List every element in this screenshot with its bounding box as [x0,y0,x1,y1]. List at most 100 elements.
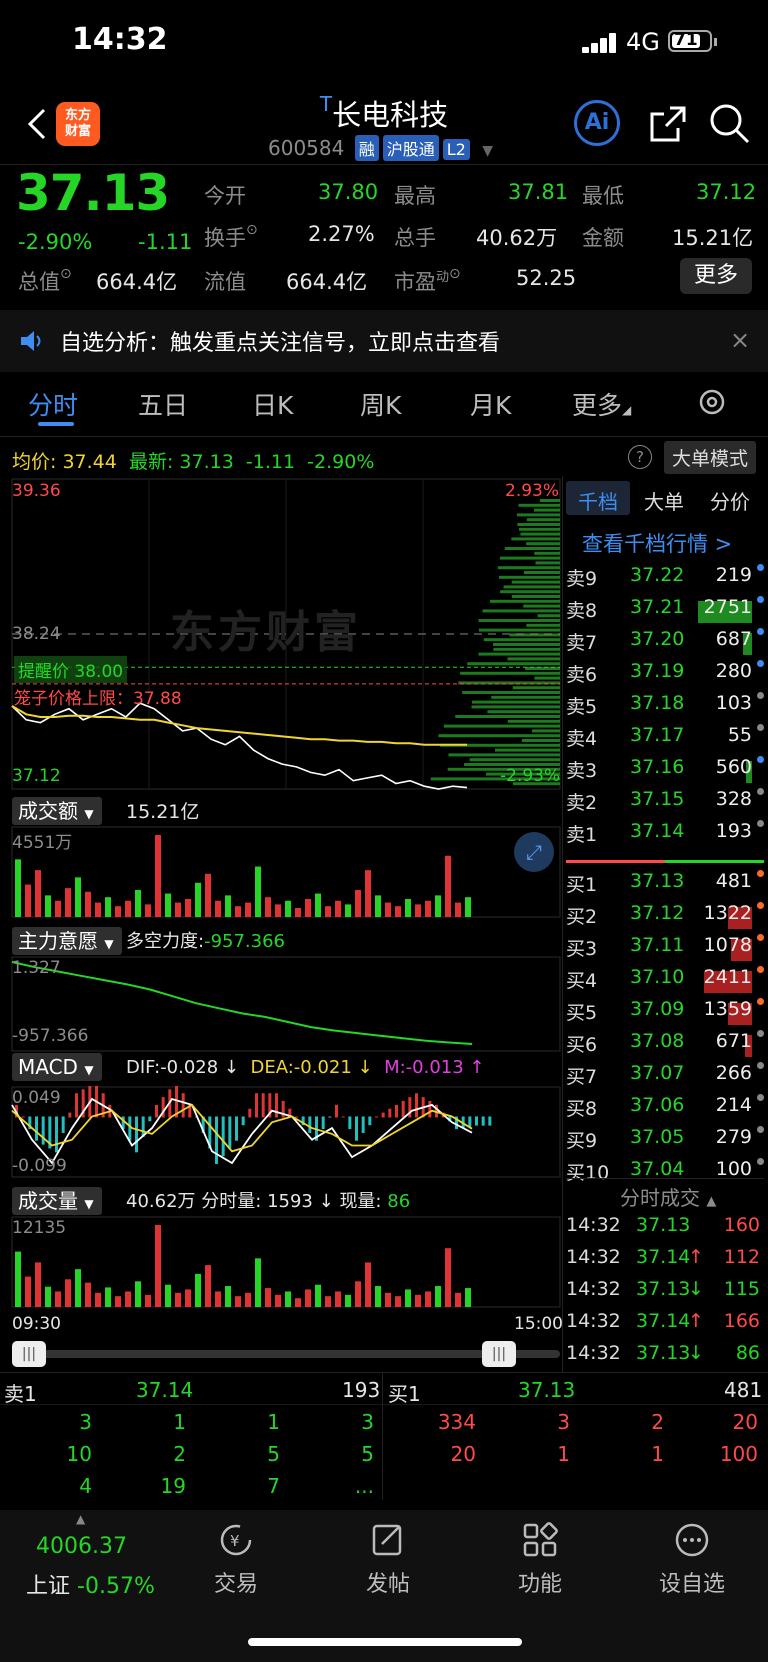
tab-intraday[interactable]: 分时 [28,386,78,422]
volume-bar [385,902,391,917]
volume-bar [35,870,41,917]
macd-bar [355,1116,358,1141]
big-order-mode-button[interactable]: 大单模式 [664,441,757,474]
volume-bar [75,877,81,917]
index-row[interactable]: 上证 -0.57% [26,1568,155,1600]
depth-bar [469,758,560,762]
macd-readout: DIF:-0.028 ↓ DEA:-0.021 ↓ M:-0.013 ↑ [126,1057,485,1078]
more-button[interactable]: 更多 [680,258,752,294]
tab-more[interactable]: 更多◢ [572,386,631,422]
queue-cell: 3 [79,1410,92,1434]
volume-bar [245,902,251,917]
tab-daily-k[interactable]: 日K [252,386,293,422]
macd-bar [428,1100,432,1118]
range-slider-right-handle[interactable]: ||| [482,1341,516,1367]
ask-row[interactable]: 卖8 37.21 2751 [566,596,764,628]
ask-row[interactable]: 卖3 37.16 560 [566,756,764,788]
info-icon: ⊙ [246,222,258,238]
order-dot-icon [757,660,764,667]
view-qiandang-link[interactable]: 查看千档行情 > [582,528,732,558]
add-watchlist-icon[interactable] [674,1522,710,1562]
depth-bar [489,599,560,603]
notice-text[interactable]: 自选分析：触发重点关注信号，立即点击查看 [60,325,500,357]
trades-title[interactable]: 分时成交 ▲ [620,1182,716,1211]
indicator-select-amount[interactable]: 成交额 ▼ [12,795,102,825]
tab-5day[interactable]: 五日 [138,386,188,422]
chevron-up-icon[interactable]: ▲ [76,1512,85,1526]
volume-bar [85,1282,91,1307]
level-price: 37.14 [630,820,685,842]
indicator-select-macd[interactable]: MACD ▼ [12,1053,102,1081]
pe-label: 市盈动⊙ [394,266,461,294]
alert-price-label[interactable]: 提醒价 38.00 [14,656,128,683]
ask-row[interactable]: 卖6 37.19 280 [566,660,764,692]
macd-bar [75,1093,78,1118]
time-end: 15:00 [514,1314,563,1334]
ask-row[interactable]: 卖7 37.20 687 [566,628,764,660]
bid-row[interactable]: 买8 37.06 214 [566,1094,764,1126]
close-icon[interactable]: × [730,326,750,354]
volume-bar [265,1288,271,1307]
level-price: 37.21 [630,596,685,618]
volume-bar [85,891,91,917]
range-slider-left-handle[interactable]: ||| [12,1341,46,1367]
chevron-down-icon[interactable]: ▼ [482,143,493,159]
ask-row[interactable]: 卖9 37.22 219 [566,564,764,596]
nav-add-watchlist[interactable]: 设自选 [642,1566,742,1598]
share-icon[interactable] [648,104,688,144]
depth-bar [503,585,560,589]
ask-row[interactable]: 卖5 37.18 103 [566,692,764,724]
order-dot-icon [757,692,764,699]
volume-bar [15,1251,21,1307]
bid-row[interactable]: 买4 37.10 2411 [566,966,764,998]
settings-icon[interactable] [696,386,728,422]
macd-bar [335,1104,338,1118]
t-mark: T [319,92,333,116]
tab-price-dist[interactable]: 分价 [710,486,750,515]
bid-row[interactable]: 买9 37.05 279 [566,1126,764,1158]
ask-row[interactable]: 卖1 37.14 193 [566,820,764,852]
trade-volume: 166 [723,1310,760,1332]
tab-big-order[interactable]: 大单 [644,486,684,515]
bid-row[interactable]: 买1 37.13 481 [566,870,764,902]
level-volume: 219 [715,564,752,586]
queue-cell: 100 [719,1442,758,1466]
tab-monthly-k[interactable]: 月K [470,386,511,422]
range-slider-track[interactable] [12,1350,560,1358]
functions-icon[interactable] [522,1522,558,1562]
bid-row[interactable]: 买2 37.12 1322 [566,902,764,934]
indicator-select-volume[interactable]: 成交量 ▼ [12,1185,102,1215]
svg-text:¥: ¥ [230,1532,240,1550]
post-icon[interactable] [370,1522,406,1562]
volume-bar [145,1294,151,1307]
help-icon[interactable]: ? [628,445,652,469]
bid-row[interactable]: 买5 37.09 1359 [566,998,764,1030]
bid-row[interactable]: 买7 37.07 266 [566,1062,764,1094]
index-value[interactable]: 4006.37 [36,1534,127,1559]
nav-post[interactable]: 发帖 [338,1566,438,1598]
ask-row[interactable]: 卖2 37.15 328 [566,788,764,820]
level-volume: 687 [715,628,752,650]
volume-bar [345,904,351,917]
macd-bar [215,1116,218,1164]
tab-weekly-k[interactable]: 周K [360,386,401,422]
order-dot-icon [757,870,764,877]
bid-row[interactable]: 买6 37.08 671 [566,1030,764,1062]
y-axis-mid: 38.24 [12,624,61,644]
depth-bar [534,676,560,680]
indicator-select-force[interactable]: 主力意愿 ▼ [12,925,122,955]
nav-trade[interactable]: 交易 [186,1566,286,1598]
nav-functions[interactable]: 功能 [490,1566,590,1598]
depth-bar [471,700,560,704]
volume-bar [205,1265,211,1307]
volume-bar [295,1298,301,1307]
search-icon[interactable] [708,102,752,146]
trade-icon[interactable]: ¥ [218,1522,254,1562]
depth-bar [493,643,560,646]
macd-top-label: 0.049 [12,1088,61,1108]
bid-row[interactable]: 买3 37.11 1078 [566,934,764,966]
ai-button[interactable]: Ai [574,100,620,146]
ask-row[interactable]: 卖4 37.17 55 [566,724,764,756]
queue-cell: 20 [732,1410,758,1434]
expand-icon[interactable]: ⤢ [514,832,554,872]
